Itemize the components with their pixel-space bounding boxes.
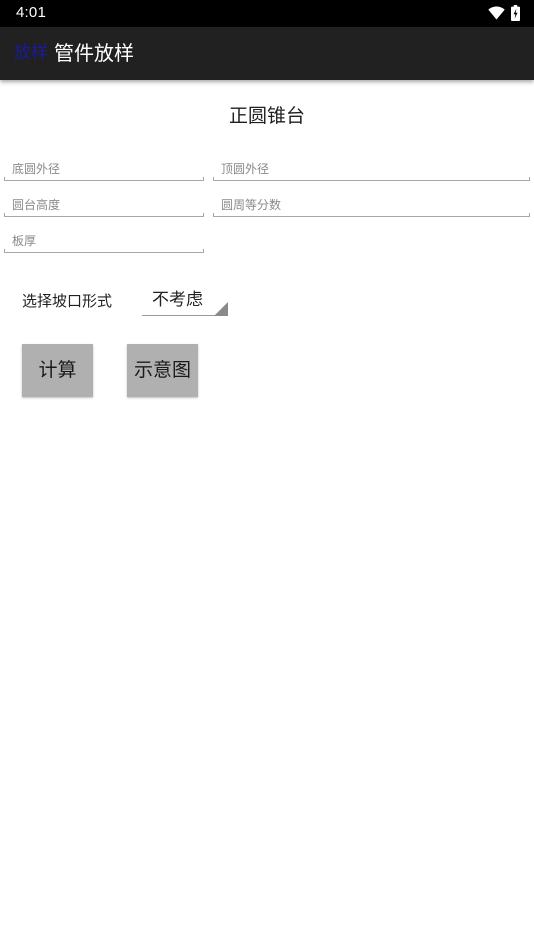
status-icons xyxy=(488,4,520,22)
field-underline xyxy=(4,213,204,217)
divisions-input[interactable] xyxy=(213,194,530,216)
field-underline xyxy=(4,249,204,253)
bottom-diameter-input[interactable] xyxy=(4,158,204,180)
app-bar: 放样 管件放样 xyxy=(0,27,534,80)
bevel-selected-value: 不考虑 xyxy=(152,290,203,310)
field-underline xyxy=(4,177,204,181)
page-title: 正圆锥台 xyxy=(228,105,305,127)
battery-charging-icon xyxy=(511,5,520,21)
bevel-label: 选择坡口形式 xyxy=(22,292,113,310)
field-underline xyxy=(213,213,530,217)
app-title: 管件放样 xyxy=(54,41,134,65)
top-diameter-field xyxy=(213,158,530,182)
bevel-spinner[interactable]: 不考虑 xyxy=(142,286,228,316)
status-time: 4:01 xyxy=(16,4,46,21)
height-field xyxy=(4,194,204,218)
app-logo-icon: 放样 xyxy=(14,43,48,63)
calculate-button[interactable]: 计算 xyxy=(22,344,93,397)
field-underline xyxy=(213,177,530,181)
divisions-field xyxy=(213,194,530,218)
thickness-field xyxy=(4,230,204,254)
diagram-button[interactable]: 示意图 xyxy=(127,344,198,397)
thickness-input[interactable] xyxy=(4,230,204,252)
bottom-diameter-field xyxy=(4,158,204,182)
wifi-icon xyxy=(488,6,505,20)
top-diameter-input[interactable] xyxy=(213,158,530,180)
dropdown-arrow-icon xyxy=(214,302,228,316)
status-bar: 4:01 xyxy=(0,0,534,27)
height-input[interactable] xyxy=(4,194,204,216)
